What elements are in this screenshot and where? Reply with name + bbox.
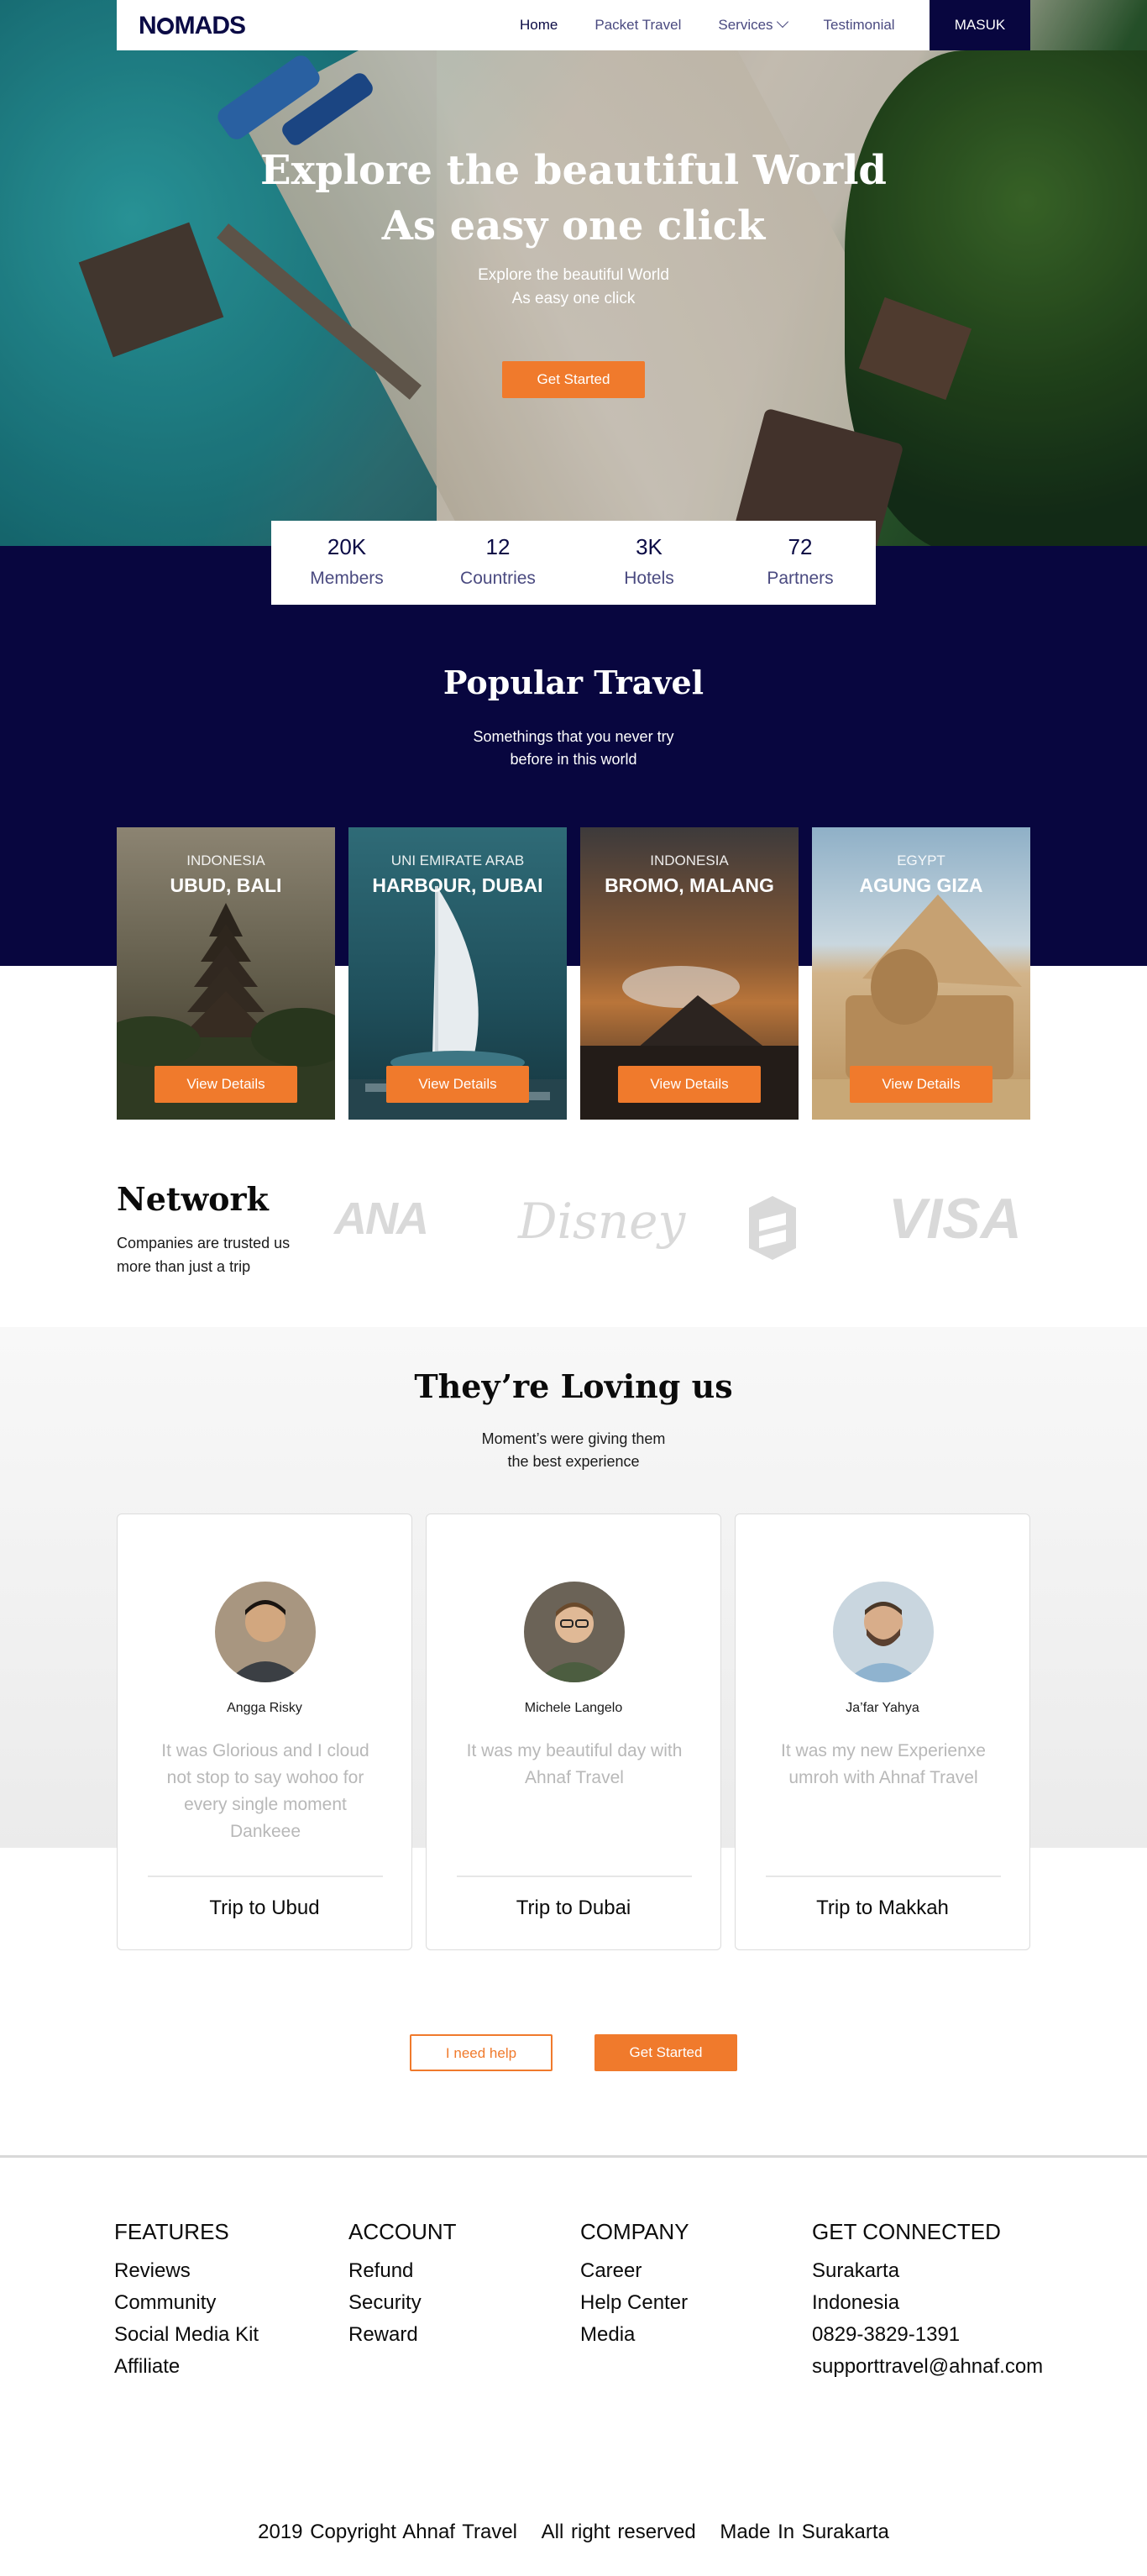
testimonial-card: Angga Risky It was Glorious and I cloud … [117, 1514, 412, 1950]
card-destination-name: AGUNG GIZA [859, 874, 983, 896]
avatar [524, 1582, 625, 1682]
network-subtitle: Companies are trusted us more than just … [117, 1235, 291, 1275]
nav-home[interactable]: Home [520, 17, 558, 34]
testimonial-card: Ja’far Yahya It was my new Experienxe um… [735, 1514, 1030, 1950]
divider [457, 1876, 692, 1877]
popular-subtitle: Somethings that you never try before in … [473, 728, 674, 768]
footer-link-career[interactable]: Career [580, 2255, 689, 2287]
footer-heading: GET CONNECTED [812, 2219, 1001, 2244]
footer-link-reviews[interactable]: Reviews [114, 2255, 259, 2287]
card-country: INDONESIA [186, 853, 265, 868]
reviewer-name: Michele Langelo [524, 1701, 623, 1715]
rights-text: All right reserved [541, 2521, 696, 2543]
hero-text: Explore the beautiful World As easy one … [0, 143, 1147, 311]
trip-label: Trip to Ubud [209, 1897, 320, 1919]
destination-cards: INDONESIA UBUD, BALI View Details UNI EM… [117, 827, 1030, 1120]
footer-link-reward[interactable]: Reward [348, 2319, 457, 2351]
destination-card-dubai[interactable]: UNI EMIRATE ARAB HARBOUR, DUBAI View Det… [348, 827, 567, 1120]
copyright-text: 2019 Copyright Ahnaf Travel [258, 2521, 517, 2543]
footer-column-features: FEATURES Reviews Community Social Media … [114, 2219, 259, 2383]
footer-city: Surakarta [812, 2259, 900, 2282]
card-destination-name: UBUD, BALI [170, 874, 282, 896]
disney-logo: Disney [518, 1193, 686, 1250]
destination-card-giza[interactable]: EGYPT AGUNG GIZA View Details [812, 827, 1030, 1120]
network-title: Network [117, 1180, 269, 1218]
reviewer-name: Angga Risky [227, 1701, 302, 1715]
footer-link-security[interactable]: Security [348, 2287, 457, 2319]
footer-column-account: ACCOUNT Refund Security Reward [348, 2219, 457, 2351]
testimonial-subtitle: Moment’s were giving them the best exper… [481, 1430, 666, 1470]
view-details-button[interactable]: View Details [386, 1066, 529, 1103]
divider [148, 1876, 383, 1877]
review-quote: It was my new Experienxe umroh with Ahna… [781, 1741, 986, 1787]
card-destination-name: HARBOUR, DUBAI [372, 874, 543, 896]
need-help-button[interactable]: I need help [410, 2034, 553, 2071]
footer-email[interactable]: supporttravel@ahnaf.com [812, 2351, 1043, 2383]
visa-logo: VISA [888, 1187, 1022, 1251]
card-country: UNI EMIRATE ARAB [390, 853, 525, 868]
logo-ring-icon [156, 18, 174, 34]
view-details-button[interactable]: View Details [155, 1066, 297, 1103]
footer-link-community[interactable]: Community [114, 2287, 259, 2319]
footer-column-get-connected: GET CONNECTED Surakarta Indonesia 0829-3… [812, 2219, 1043, 2383]
footer-heading: ACCOUNT [348, 2219, 457, 2244]
footer-link-media[interactable]: Media [580, 2319, 689, 2351]
stat-partners: 72 Partners [767, 534, 834, 588]
ana-logo: ANA [334, 1194, 429, 1244]
footer-divider [0, 2155, 1147, 2158]
footer-heading: COMPANY [580, 2219, 689, 2244]
trip-label: Trip to Dubai [516, 1897, 631, 1919]
nav-services[interactable]: Services [718, 15, 788, 34]
stats-bar: 20K Members 12 Countries 3K Hotels 72 Pa… [271, 521, 876, 605]
footer-heading: FEATURES [114, 2219, 229, 2244]
footer-link-refund[interactable]: Refund [348, 2255, 457, 2287]
brand-logo[interactable]: N MADS [139, 12, 246, 40]
review-quote: It was my beautiful day with Ahnaf Trave… [466, 1741, 683, 1787]
view-details-button[interactable]: View Details [618, 1066, 761, 1103]
destination-card-ubud[interactable]: INDONESIA UBUD, BALI View Details [117, 827, 335, 1120]
login-button[interactable]: MASUK [930, 0, 1030, 50]
hero-title: Explore the beautiful World As easy one … [260, 147, 887, 249]
card-country: INDONESIA [650, 853, 729, 868]
stat-members: 20K Members [310, 534, 384, 588]
chevron-down-icon [776, 15, 788, 29]
nav-testimonial[interactable]: Testimonial [824, 17, 895, 34]
copyright-bar: 2019 Copyright Ahnaf Travel All right re… [0, 2521, 1147, 2544]
divider [766, 1876, 1001, 1877]
testimonial-card: Michele Langelo It was my beautiful day … [426, 1514, 721, 1950]
hero-subtitle: Explore the beautiful World As easy one … [478, 266, 669, 307]
stat-countries: 12 Countries [460, 534, 536, 588]
made-in-text: Made In Surakarta [720, 2521, 889, 2543]
avatar [215, 1582, 316, 1682]
popular-title: Popular Travel [443, 664, 704, 701]
shield-brand-logo [749, 1196, 796, 1260]
card-destination-name: BROMO, MALANG [605, 874, 774, 896]
reviewer-name: Ja’far Yahya [846, 1701, 919, 1715]
trip-label: Trip to Makkah [816, 1897, 949, 1919]
stat-hotels: 3K Hotels [624, 534, 674, 588]
footer-country: Indonesia [812, 2291, 900, 2314]
footer-column-company: COMPANY Career Help Center Media [580, 2219, 689, 2351]
nav-packet-travel[interactable]: Packet Travel [594, 17, 681, 34]
review-quote: It was Glorious and I cloud not stop to … [161, 1741, 369, 1841]
footer-phone[interactable]: 0829-3829-1391 [812, 2319, 1043, 2351]
card-country: EGYPT [897, 853, 945, 868]
footer-link-help-center[interactable]: Help Center [580, 2287, 689, 2319]
testimonial-title: They’re Loving us [414, 1367, 733, 1405]
view-details-button[interactable]: View Details [850, 1066, 992, 1103]
destination-card-bromo[interactable]: INDONESIA BROMO, MALANG View Details [580, 827, 799, 1120]
avatar [833, 1582, 934, 1682]
footer-link-affiliate[interactable]: Affiliate [114, 2351, 259, 2383]
get-started-button[interactable]: Get Started [594, 2034, 737, 2071]
hero-get-started-button[interactable]: Get Started [502, 361, 645, 398]
footer-link-social-media-kit[interactable]: Social Media Kit [114, 2319, 259, 2351]
nav-links: Home Packet Travel Services Testimonial [520, 0, 932, 50]
top-navbar: N MADS Home Packet Travel Services Testim… [117, 0, 1030, 50]
